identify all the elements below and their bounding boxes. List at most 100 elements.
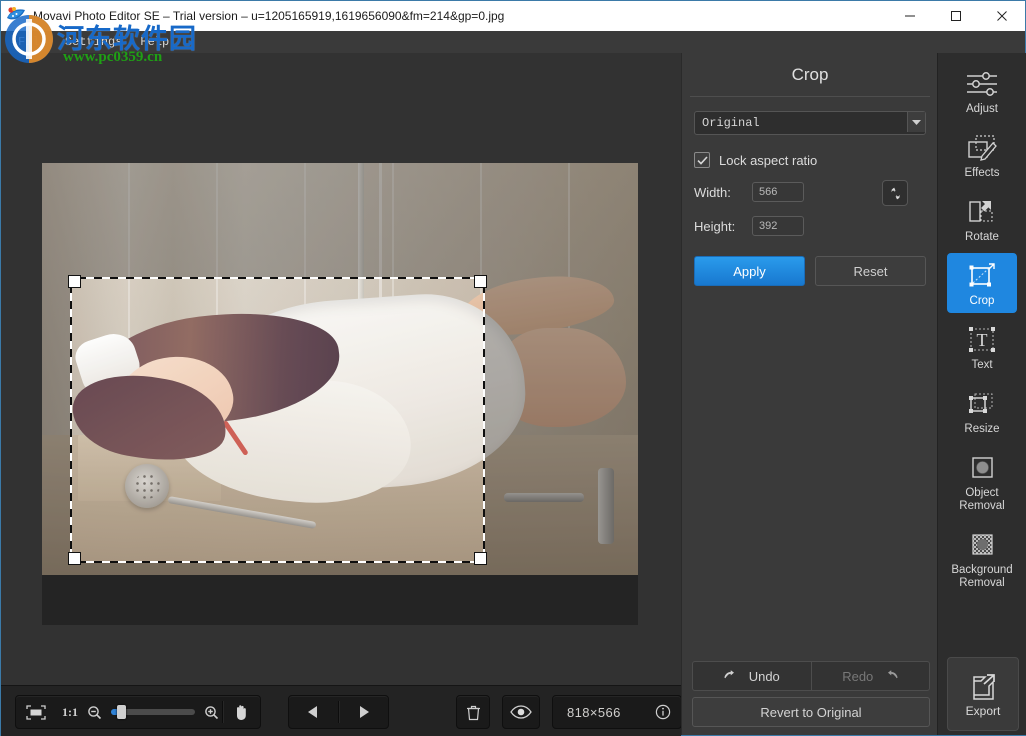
tool-label-line1: Object: [965, 487, 998, 499]
tool-label: Effects: [965, 167, 1000, 180]
tool-crop[interactable]: Crop: [947, 253, 1017, 313]
zoom-slider-knob[interactable]: [117, 705, 126, 719]
export-icon: [968, 671, 998, 701]
tool-label: Rotate: [965, 231, 999, 244]
object-removal-icon: [968, 451, 996, 485]
previous-image-icon[interactable]: [289, 697, 338, 727]
width-input[interactable]: 566: [752, 182, 804, 202]
info-icon: [655, 704, 671, 720]
tool-label: Text: [971, 359, 992, 372]
tool-label-line2: Removal: [959, 577, 1004, 589]
lock-aspect-ratio-checkbox[interactable]: [694, 152, 710, 168]
tool-effects[interactable]: Effects: [947, 125, 1017, 185]
tool-text[interactable]: T Text: [947, 317, 1017, 377]
export-label: Export: [966, 704, 1001, 718]
apply-button[interactable]: Apply: [694, 256, 805, 286]
image-size-group: 818×566: [552, 695, 682, 729]
swap-arrows-icon: [888, 187, 903, 200]
undo-arrow-icon: [724, 670, 739, 682]
zoom-in-icon[interactable]: [201, 697, 222, 727]
crop-dim-left: [42, 277, 70, 563]
minimize-icon[interactable]: [887, 1, 933, 31]
tool-rail: Adjust Effects Rotate: [937, 53, 1026, 735]
crop-edge-left[interactable]: [70, 277, 72, 563]
menu-item-help[interactable]: Help: [131, 31, 178, 53]
svg-text:T: T: [977, 330, 988, 350]
reset-button[interactable]: Reset: [815, 256, 926, 286]
tool-background-removal[interactable]: Background Removal: [947, 522, 1017, 595]
redo-button[interactable]: Redo: [812, 662, 930, 690]
height-row: Height: 392: [694, 216, 926, 236]
sliders-icon: [965, 67, 999, 101]
crop-dim-bottom: [42, 563, 638, 625]
tool-label: Resize: [964, 423, 999, 436]
application-window: Movavi Photo Editor SE – Trial version –…: [0, 0, 1026, 736]
crop-dim-top: [42, 163, 638, 277]
tool-rotate[interactable]: Rotate: [947, 189, 1017, 249]
tool-label: Crop: [970, 295, 995, 308]
resize-icon: [967, 387, 997, 421]
undo-label: Undo: [749, 669, 780, 684]
delete-button[interactable]: [456, 695, 490, 729]
crop-edge-right[interactable]: [483, 277, 485, 563]
export-button[interactable]: Export: [947, 657, 1019, 731]
crop-edge-top[interactable]: [70, 277, 485, 279]
tool-object-removal[interactable]: Object Removal: [947, 445, 1017, 518]
eye-compare-icon: [510, 705, 532, 719]
zoom-slider[interactable]: [111, 709, 195, 715]
panel-title: Crop: [682, 53, 938, 96]
crop-handle-bottom-left[interactable]: [69, 553, 80, 564]
chevron-down-icon[interactable]: [907, 112, 925, 132]
close-icon[interactable]: [979, 1, 1025, 31]
effects-brush-icon: [966, 131, 998, 165]
crop-handle-top-left[interactable]: [69, 276, 80, 287]
lock-aspect-ratio-label: Lock aspect ratio: [719, 153, 817, 168]
swap-dimensions-button[interactable]: [882, 180, 908, 206]
lock-aspect-ratio-row[interactable]: Lock aspect ratio: [694, 152, 926, 168]
tool-resize[interactable]: Resize: [947, 381, 1017, 441]
image-canvas[interactable]: [1, 53, 681, 685]
aspect-ratio-value: Original: [695, 116, 760, 130]
crop-dim-right: [485, 277, 638, 563]
check-icon: [697, 156, 708, 165]
image-size-label: 818×566: [557, 705, 631, 720]
hand-pan-icon[interactable]: [223, 697, 260, 727]
crop-handle-top-right[interactable]: [475, 276, 486, 287]
crop-selection[interactable]: [70, 277, 485, 563]
next-image-icon[interactable]: [339, 697, 388, 727]
compare-button[interactable]: [502, 695, 540, 729]
zoom-group: 1:1: [15, 695, 261, 729]
movavi-logo-icon: [5, 5, 27, 27]
menu-bar: File Settings Help: [1, 31, 1025, 53]
redo-arrow-icon: [883, 670, 898, 682]
window-controls: [887, 1, 1025, 31]
zoom-ratio-label: 1:1: [56, 705, 84, 720]
undo-redo-group: Undo Redo: [692, 661, 930, 691]
menu-item-file[interactable]: File: [9, 31, 56, 53]
height-input[interactable]: 392: [752, 216, 804, 236]
tool-label: Background Removal: [951, 564, 1012, 590]
crop-edge-bottom[interactable]: [70, 561, 485, 563]
navigation-group: [288, 695, 389, 729]
aspect-ratio-select[interactable]: Original: [694, 111, 926, 135]
bottom-toolbar: 1:1: [1, 685, 681, 736]
title-bar: Movavi Photo Editor SE – Trial version –…: [1, 1, 1025, 31]
fit-to-screen-icon[interactable]: [16, 697, 56, 727]
zoom-out-icon[interactable]: [84, 697, 105, 727]
crop-icon: [967, 259, 997, 293]
redo-label: Redo: [842, 669, 873, 684]
height-label: Height:: [694, 219, 752, 234]
crop-handle-bottom-right[interactable]: [475, 553, 486, 564]
tool-label-line1: Background: [951, 564, 1012, 576]
undo-button[interactable]: Undo: [693, 662, 811, 690]
width-label: Width:: [694, 185, 752, 200]
menu-item-settings[interactable]: Settings: [56, 31, 132, 53]
maximize-icon[interactable]: [933, 1, 979, 31]
crop-panel: Crop Original Lock aspect ratio Width:: [681, 53, 938, 735]
trash-icon: [466, 704, 481, 721]
tool-label: Object Removal: [959, 487, 1004, 513]
tool-adjust[interactable]: Adjust: [947, 61, 1017, 121]
text-T-icon: T: [968, 323, 996, 357]
background-removal-icon: [968, 528, 996, 562]
revert-to-original-button[interactable]: Revert to Original: [692, 697, 930, 727]
